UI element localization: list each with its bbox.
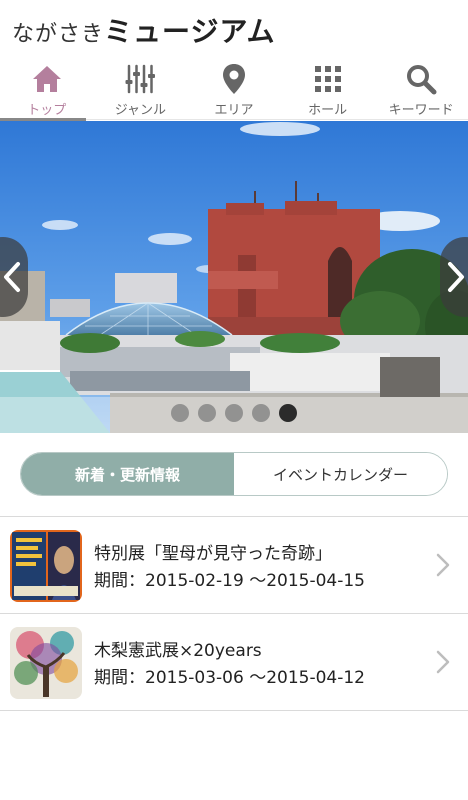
list-item[interactable]: 木梨憲武展×20years 期間：2015-03-06 〜2015-04-12 xyxy=(0,614,468,711)
logo-text-light: ながさき xyxy=(12,22,105,47)
tab-event-calendar[interactable]: イベントカレンダー xyxy=(234,453,447,495)
map-pin-icon xyxy=(216,62,252,96)
nav-label-genre: ジャンル xyxy=(114,103,167,118)
tab-news-updates[interactable]: 新着・更新情報 xyxy=(21,453,234,495)
list-item[interactable]: 特別展「聖母が見守った奇跡」 期間：2015-02-19 〜2015-04-15 xyxy=(0,517,468,614)
event-period: 期間：2015-02-19 〜2015-04-15 xyxy=(94,571,365,591)
event-title: 特別展「聖母が見守った奇跡」 xyxy=(94,544,332,564)
chevron-left-icon xyxy=(4,262,20,292)
home-icon xyxy=(29,62,65,96)
museum-photo xyxy=(0,121,468,433)
nav-item-area[interactable]: エリア xyxy=(187,56,281,120)
content-segment-control: 新着・更新情報 イベントカレンダー xyxy=(20,452,448,496)
nav-label-keyword: キーワード xyxy=(388,103,454,118)
nav-label-area: エリア xyxy=(214,103,254,118)
app-logo: ながさき ミュージアム xyxy=(12,10,276,48)
nav-label-hall: ホール xyxy=(308,103,348,118)
carousel-dots xyxy=(0,404,468,422)
nav-label-top: トップ xyxy=(27,103,67,118)
nav-item-genre[interactable]: ジャンル xyxy=(94,56,188,120)
logo-text-bold: ミュージアム xyxy=(104,15,276,48)
hero-carousel[interactable] xyxy=(0,121,468,433)
event-title: 木梨憲武展×20years xyxy=(94,641,262,661)
carousel-dot[interactable] xyxy=(198,404,216,422)
search-icon xyxy=(403,62,439,96)
carousel-dot[interactable] xyxy=(171,404,189,422)
chevron-right-icon xyxy=(436,650,450,674)
carousel-dot[interactable] xyxy=(252,404,270,422)
sliders-icon xyxy=(122,62,158,96)
nav-item-hall[interactable]: ホール xyxy=(281,56,375,120)
carousel-dot[interactable] xyxy=(225,404,243,422)
app-header: ながさき ミュージアム xyxy=(0,0,468,56)
grid-icon xyxy=(310,62,346,96)
event-thumbnail xyxy=(10,627,82,699)
carousel-prev-button[interactable] xyxy=(0,237,28,317)
nav-item-top[interactable]: トップ xyxy=(0,56,94,121)
nav-bar: トップ ジャンル エリア ホール キーワード xyxy=(0,56,468,121)
event-list: 特別展「聖母が見守った奇跡」 期間：2015-02-19 〜2015-04-15… xyxy=(0,516,468,711)
nav-item-keyword[interactable]: キーワード xyxy=(374,56,468,120)
carousel-dot-active[interactable] xyxy=(279,404,297,422)
chevron-right-icon xyxy=(448,262,464,292)
event-thumbnail xyxy=(10,530,82,602)
chevron-right-icon xyxy=(436,553,450,577)
event-period: 期間：2015-03-06 〜2015-04-12 xyxy=(94,668,365,688)
carousel-next-button[interactable] xyxy=(440,237,468,317)
